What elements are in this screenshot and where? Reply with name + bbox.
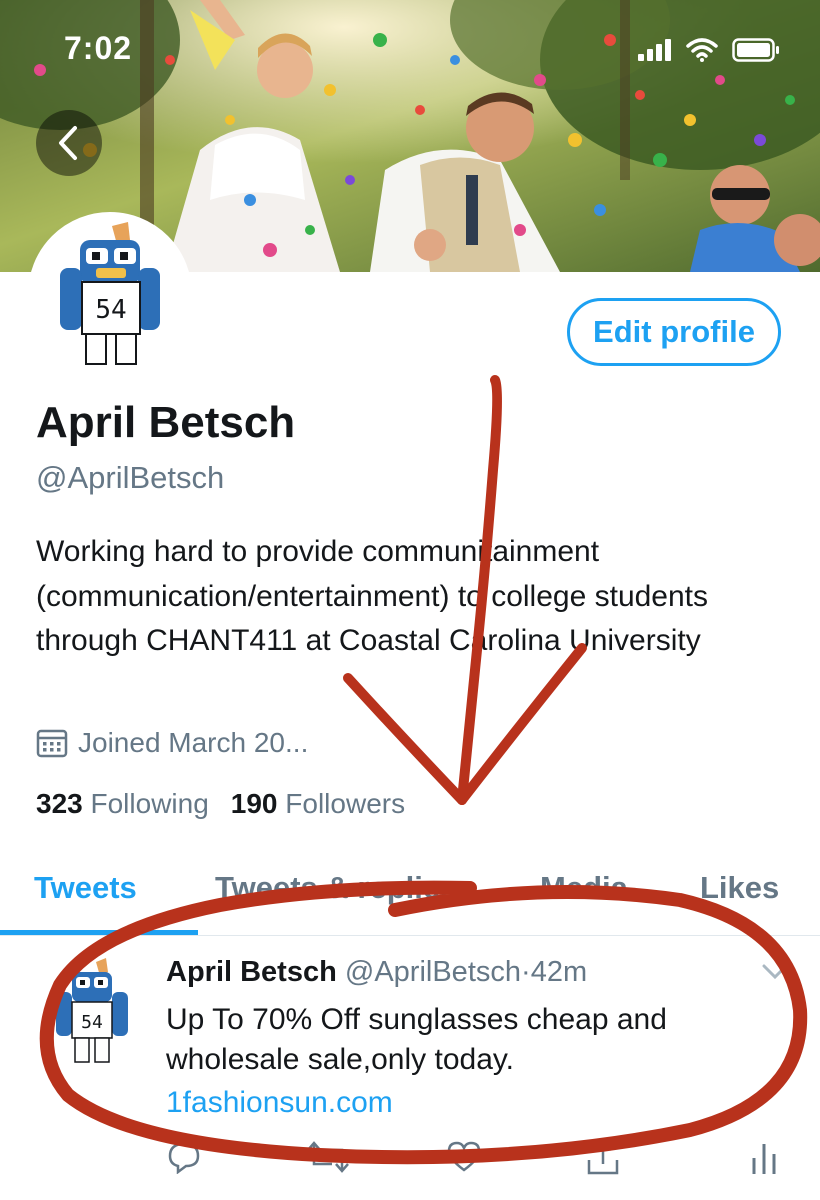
following-count: 323 [36,788,83,819]
analytics-button[interactable] [750,1140,778,1181]
tab-tweets-replies[interactable]: Tweets & replies [215,870,457,906]
reply-icon [168,1142,200,1175]
tweet-header: April Betsch @AprilBetsch·42m [166,956,587,989]
status-icons [638,38,780,62]
tweet-actions [0,1140,820,1200]
battery-icon [732,38,779,62]
edit-profile-button[interactable]: Edit profile [567,298,781,366]
tab-tweets[interactable]: Tweets [34,870,137,906]
followers-label: Followers [285,788,406,819]
tweet-menu-button[interactable] [762,964,788,985]
like-button[interactable] [446,1140,482,1179]
tweet-link[interactable]: 1fashionsun.com [166,1086,393,1120]
retweet-button[interactable] [306,1140,350,1179]
tweet-handle[interactable]: @AprilBetsch [345,956,521,988]
chevron-down-icon [762,964,788,980]
tweet-author[interactable]: April Betsch [166,956,337,988]
wifi-icon [686,38,718,62]
tweet-time: 42m [530,956,588,988]
joined-date: Joined March 20... [36,727,308,759]
avatar-jersey-number: 54 [95,295,126,325]
retweet-icon [307,1141,349,1173]
tab-media[interactable]: Media [540,870,628,906]
share-icon [587,1140,619,1175]
tweet-text: Up To 70% Off sunglasses cheap and whole… [166,1003,667,1076]
followers-stat[interactable]: 190 Followers [231,788,405,820]
profile-handle: @AprilBetsch [36,460,225,495]
followers-count: 190 [230,788,278,819]
analytics-icon [752,1144,776,1174]
tab-likes[interactable]: Likes [700,870,779,906]
active-tab-indicator [0,930,198,935]
tweet-avatar[interactable]: 54 [44,958,140,1070]
profile-avatar[interactable]: 54 [28,212,192,376]
profile-tabs: Tweets Tweets & replies Media Likes [0,856,820,936]
joined-text: Joined March 20... [78,727,309,758]
back-button[interactable] [36,110,102,176]
chevron-left-icon [59,126,77,160]
status-bar: 7:02 [0,0,820,100]
profile-name: April Betsch [36,398,296,447]
reply-button[interactable] [166,1140,202,1179]
tweet-avatar-jersey: 54 [81,1012,103,1033]
calendar-icon [36,729,68,758]
tweet-separator: · [521,956,531,988]
following-label: Following [90,788,209,819]
heart-icon [447,1141,481,1172]
profile-bio: Working hard to provide communitainment … [36,535,709,657]
status-time: 7:02 [64,30,133,66]
profile-stats: 323 Following 190 Followers [36,788,405,820]
following-stat[interactable]: 323 Following [36,788,209,820]
share-button[interactable] [586,1140,620,1181]
cellular-signal-icon [638,39,671,61]
